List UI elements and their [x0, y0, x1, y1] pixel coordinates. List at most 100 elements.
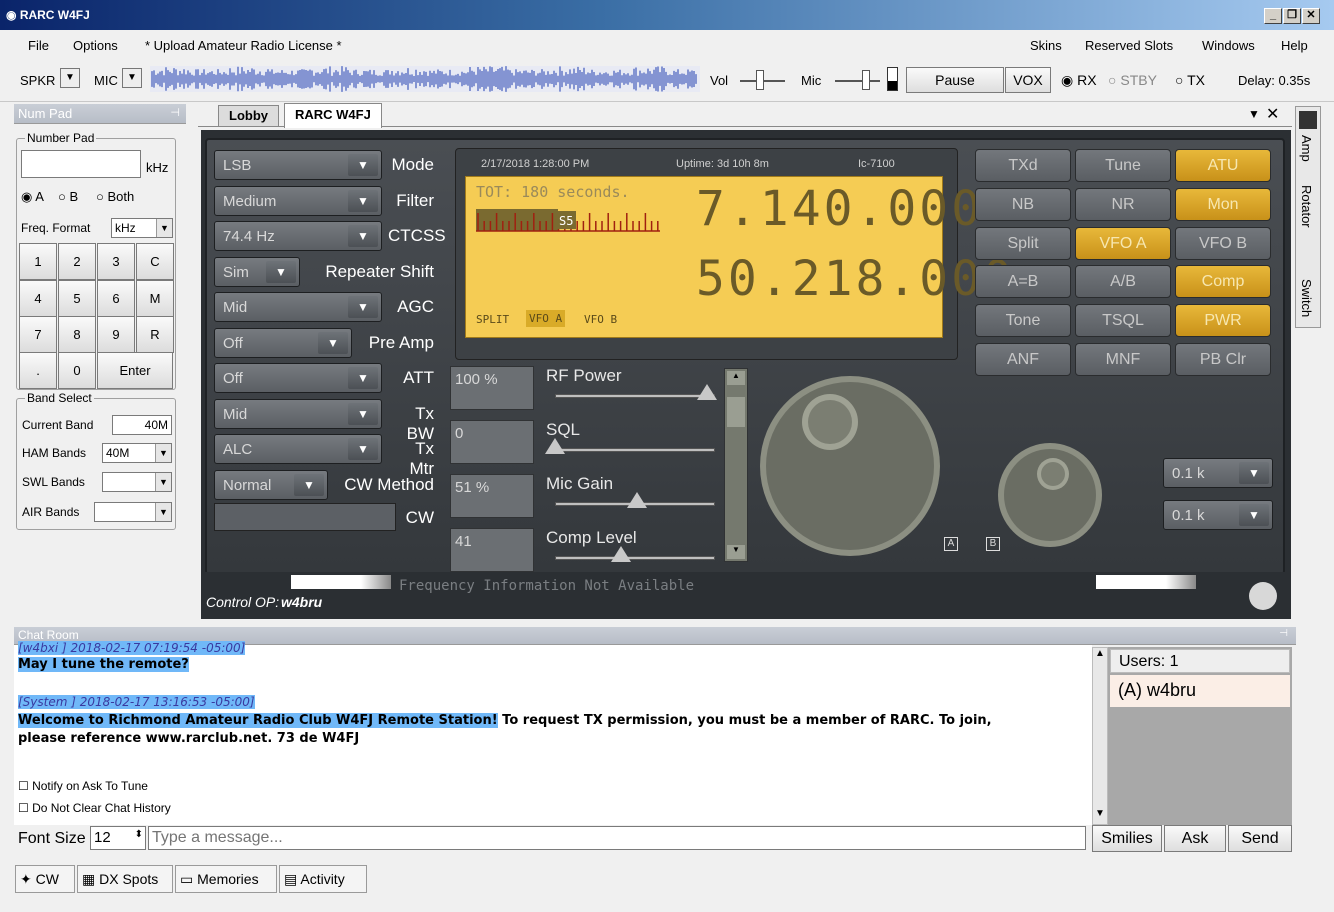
tab-rarc-w4fj[interactable]: RARC W4FJ [284, 103, 382, 128]
rig-button-a-b[interactable]: A=B [975, 265, 1071, 299]
keypad-key-3[interactable]: 3 [97, 243, 135, 280]
menu-options[interactable]: Options [73, 38, 118, 53]
menu-windows[interactable]: Windows [1202, 38, 1255, 53]
keypad-key-9[interactable]: 9 [97, 316, 135, 353]
keypad-key-dot[interactable]: . [19, 352, 57, 389]
keypad-key-r[interactable]: R [136, 316, 174, 353]
rig-select-tx-mtr[interactable]: ALC ▼ [214, 434, 382, 464]
close-button[interactable]: ✕ [1302, 8, 1320, 24]
rig-button-split[interactable]: Split [975, 226, 1071, 260]
rig-select-tx-bw[interactable]: Mid ▼ [214, 398, 382, 429]
rig-button-a-b[interactable]: A/B [1075, 265, 1171, 299]
mic-gain-slider[interactable] [835, 80, 880, 82]
rig-button-nb[interactable]: NB [975, 187, 1071, 221]
rig-button-vfo-a[interactable]: VFO A [1075, 226, 1171, 260]
scroll-down-icon[interactable]: ▼ [727, 545, 745, 559]
notify-checkbox[interactable]: ☐ Notify on Ask To Tune [18, 779, 148, 793]
menu-reserved-slots[interactable]: Reserved Slots [1085, 38, 1173, 53]
slider-thumb[interactable] [697, 384, 717, 400]
pause-button[interactable]: Pause [906, 67, 1004, 93]
rig-button-tune[interactable]: Tune [1075, 149, 1171, 182]
pin-icon[interactable]: ⊣ [170, 106, 180, 119]
sub-tuning-knob[interactable] [995, 440, 1105, 550]
tab-dx-spots[interactable]: ▦ DX Spots [77, 865, 173, 893]
minimize-button[interactable]: _ [1264, 8, 1282, 24]
rig-button-nr[interactable]: NR [1075, 187, 1171, 221]
keypad-key-8[interactable]: 8 [58, 316, 96, 353]
rig-select-pre-amp[interactable]: Off ▼ [214, 327, 352, 358]
stby-radio[interactable]: ○ STBY [1108, 72, 1157, 88]
freq-format-select[interactable]: kHz ▼ [111, 218, 173, 238]
slider-thumb[interactable] [626, 492, 647, 508]
scroll-thumb[interactable] [727, 397, 745, 427]
volume-slider-thumb[interactable] [756, 70, 764, 90]
tab-rotator[interactable]: Rotator [1299, 185, 1314, 228]
keypad-key-enter[interactable]: Enter [97, 352, 173, 389]
stepper-arrows-icon[interactable]: ⬍ [135, 829, 143, 840]
tab-lobby[interactable]: Lobby [218, 105, 279, 127]
ham-bands-select[interactable]: 40M ▼ [102, 443, 172, 463]
slider-track[interactable] [555, 448, 715, 452]
tab-activity[interactable]: ▤ Activity [279, 865, 367, 893]
rig-select-mode[interactable]: LSB ▼ [214, 150, 382, 180]
rig-button-mnf[interactable]: MNF [1075, 343, 1171, 376]
font-size-stepper[interactable]: 12 ⬍ [90, 826, 146, 850]
close-tab-icon[interactable]: ✕ [1266, 104, 1279, 124]
chat-log[interactable]: [w4bxi ] 2018-02-17 07:19:54 -05:00] May… [14, 641, 1092, 825]
mic-dropdown[interactable]: ▼ [122, 68, 142, 88]
chat-message-input[interactable] [148, 826, 1086, 850]
radio-a[interactable]: ◉ A [21, 189, 44, 205]
vox-button[interactable]: VOX [1005, 67, 1051, 93]
rig-button-tone[interactable]: Tone [975, 304, 1071, 338]
frequency-input[interactable] [21, 150, 141, 178]
slider-thumb[interactable] [545, 438, 565, 454]
radio-b[interactable]: ○ B [58, 189, 78, 204]
rig-button-anf[interactable]: ANF [975, 343, 1071, 376]
keypad-key-7[interactable]: 7 [19, 316, 57, 353]
keypad-key-m[interactable]: M [136, 280, 174, 317]
rig-select-ctcss[interactable]: 74.4 Hz ▼ [214, 221, 382, 251]
keypad-key-c[interactable]: C [136, 243, 174, 280]
rig-button-txd[interactable]: TXd [975, 149, 1071, 182]
tab-amp[interactable]: Amp [1299, 135, 1314, 162]
rig-button-atu[interactable]: ATU [1175, 149, 1271, 182]
rig-select-cw-method[interactable]: Normal ▼ [214, 469, 328, 500]
step-select-1[interactable]: 0.1 k ▼ [1163, 458, 1273, 488]
user-list-item[interactable]: (A) w4bru [1110, 675, 1290, 707]
rx-radio[interactable]: ◉ RX [1061, 72, 1097, 89]
vfo-b-frequency[interactable]: 50.218.000 [696, 251, 1015, 307]
slider-thumb[interactable] [610, 546, 631, 562]
vfo-a-frequency[interactable]: 7.140.000 [696, 181, 983, 237]
rig-button-mon[interactable]: Mon [1175, 187, 1271, 221]
menu-help[interactable]: Help [1281, 38, 1308, 53]
step-select-2[interactable]: 0.1 k ▼ [1163, 500, 1273, 530]
users-scrollbar[interactable]: ▲ ▼ [1092, 647, 1108, 825]
no-clear-checkbox[interactable]: ☐ Do Not Clear Chat History [18, 801, 171, 815]
maximize-button[interactable]: ❐ [1283, 8, 1301, 24]
send-button[interactable]: Send [1228, 825, 1292, 852]
tab-cw[interactable]: ✦ CW [15, 865, 75, 893]
tab-switch[interactable]: Switch [1299, 279, 1314, 317]
rig-select-agc[interactable]: Mid ▼ [214, 292, 382, 322]
menu-skins[interactable]: Skins [1030, 38, 1062, 53]
pin-icon[interactable]: ⊣ [1279, 628, 1288, 639]
ask-button[interactable]: Ask [1164, 825, 1226, 852]
speaker-dropdown[interactable]: ▼ [60, 68, 80, 88]
slider-track[interactable] [555, 394, 715, 398]
swl-bands-select[interactable]: ▼ [102, 472, 172, 492]
scroll-up-icon[interactable]: ▲ [1095, 648, 1105, 659]
tab-list-dropdown-icon[interactable]: ▼ [1248, 107, 1260, 121]
rig-button-vfo-b[interactable]: VFO B [1175, 226, 1271, 260]
rig-select-att[interactable]: Off ▼ [214, 363, 382, 393]
rig-button-pwr[interactable]: PWR [1175, 304, 1271, 338]
keypad-key-0[interactable]: 0 [58, 352, 96, 389]
main-tuning-knob[interactable] [752, 362, 962, 562]
slider-scrollbar[interactable]: ▲ ▼ [724, 368, 748, 562]
scroll-up-icon[interactable]: ▲ [727, 371, 745, 385]
radio-both[interactable]: ○ Both [96, 189, 134, 204]
air-bands-select[interactable]: ▼ [94, 502, 172, 522]
slider-track[interactable] [555, 556, 715, 560]
rig-button-tsql[interactable]: TSQL [1075, 304, 1171, 338]
rig-button-comp[interactable]: Comp [1175, 265, 1271, 299]
keypad-key-5[interactable]: 5 [58, 280, 96, 317]
